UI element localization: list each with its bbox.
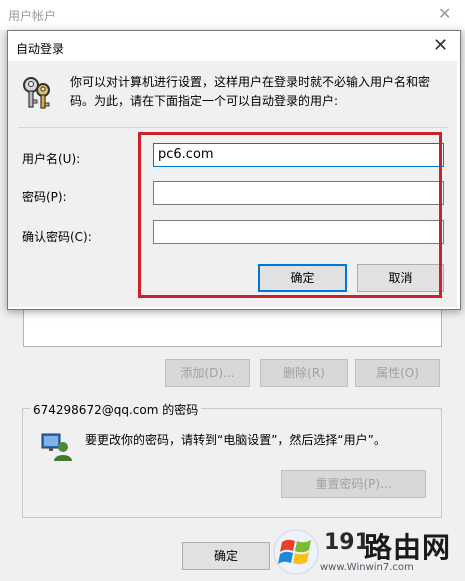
- password-message: 要更改你的密码，请转到“电脑设置”，然后选择“用户”。: [85, 433, 386, 447]
- add-button[interactable]: 添加(D)...: [165, 359, 250, 387]
- properties-button[interactable]: 属性(O): [355, 359, 440, 387]
- reset-password-button[interactable]: 重置密码(P)...: [281, 470, 426, 498]
- username-label: 用户名(U):: [22, 152, 81, 166]
- windows-logo-icon: [273, 529, 319, 575]
- remove-button[interactable]: 删除(R): [260, 359, 348, 387]
- password-group-title: 674298672@qq.com 的密码: [30, 401, 202, 418]
- dialog-description: 你可以对计算机进行设置，这样用户在登录时就不必输入用户名和密码。为此，请在下面指…: [70, 75, 431, 108]
- confirm-password-label: 确认密码(C):: [22, 230, 92, 244]
- close-icon[interactable]: ✕: [433, 35, 448, 56]
- close-icon[interactable]: ✕: [438, 4, 451, 23]
- watermark-url: www.Winwin7.com: [320, 562, 414, 573]
- highlight-box: [138, 132, 442, 298]
- dialog-title: 自动登录: [16, 42, 65, 56]
- divider: [18, 127, 448, 128]
- background-window-titlebar: [0, 0, 465, 30]
- background-window-title: 用户帐户: [8, 9, 57, 23]
- background-ok-button[interactable]: 确定: [182, 542, 270, 570]
- user-list[interactable]: [23, 310, 442, 347]
- user-monitor-icon: [40, 430, 72, 462]
- keys-icon: [20, 76, 54, 110]
- password-group: [22, 408, 442, 518]
- password-label: 密码(P):: [22, 190, 67, 204]
- watermark: 191 路由网 www.Winwin7.com: [272, 524, 465, 581]
- watermark-brand: 路由网: [364, 531, 452, 564]
